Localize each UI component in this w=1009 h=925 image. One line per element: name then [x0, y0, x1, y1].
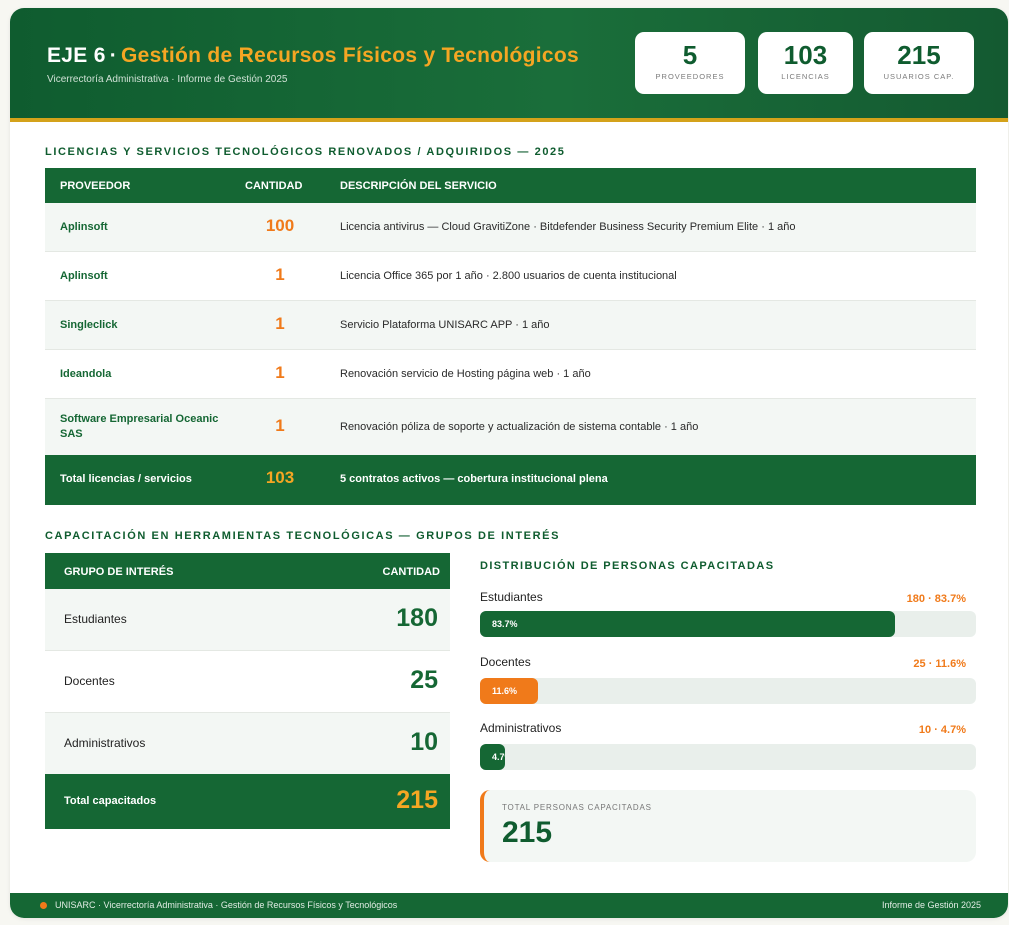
col-proveedor: PROVEEDOR — [60, 180, 131, 192]
service-desc: Renovación póliza de soporte y actualiza… — [340, 421, 699, 433]
table-row: Estudiantes 180 — [45, 589, 450, 651]
bar-track-administrativos: 4.7% — [480, 744, 976, 770]
license-qty: 1 — [275, 363, 285, 382]
eje-label: EJE 6 — [47, 44, 106, 67]
col-descripcion: DESCRIPCIÓN DEL SERVICIO — [340, 180, 497, 192]
total-qty: 103 — [265, 468, 295, 487]
licenses-section-title: LICENCIAS Y SERVICIOS TECNOLÓGICOS RENOV… — [45, 146, 566, 158]
col-cantidad: CANTIDAD — [382, 566, 440, 578]
bar-value: 10 · 4.7% — [918, 724, 966, 736]
footer-right-text: Informe de Gestión 2025 — [881, 900, 981, 910]
group-qty: 10 — [410, 728, 438, 756]
license-qty: 100 — [265, 216, 295, 235]
license-qty: 1 — [275, 314, 285, 333]
bar-label: Administrativos — [480, 721, 562, 735]
provider-name: Aplinsoft — [60, 221, 108, 233]
group-name: Administrativos — [64, 736, 146, 750]
license-qty: 1 — [275, 265, 285, 284]
distribution-title: DISTRIBUCIÓN DE PERSONAS CAPACITADAS — [480, 560, 775, 572]
provider-name: Ideandola — [60, 368, 112, 380]
kpi-value: 103 — [783, 40, 828, 70]
kpi-label: USUARIOS CAP. — [883, 72, 955, 81]
group-qty: 180 — [396, 604, 438, 632]
table-row: Administrativos 10 — [45, 713, 450, 775]
kpi-card-usuarios: 215 USUARIOS CAP. — [864, 32, 974, 94]
licenses-total-row: Total licencias / servicios 103 5 contra… — [45, 455, 976, 505]
col-cantidad: CANTIDAD — [245, 180, 303, 192]
bar-track-docentes: 11.6% — [480, 678, 976, 704]
kpi-label: LICENCIAS — [781, 72, 830, 81]
service-desc: Licencia Office 365 por 1 año · 2.800 us… — [340, 270, 677, 282]
table-row: Aplinsoft 1 Licencia Office 365 por 1 añ… — [45, 252, 976, 301]
service-desc: Servicio Plataforma UNISARC APP · 1 año — [340, 319, 550, 331]
training-section-title: CAPACITACIÓN EN HERRAMIENTAS TECNOLÓGICA… — [45, 530, 561, 542]
group-name: Estudiantes — [64, 612, 127, 626]
eje-name: Gestión de Recursos Físicos y Tecnológic… — [121, 44, 580, 67]
bar-track-estudiantes: 83.7% — [480, 611, 976, 637]
page-title: EJE 6 · Gestión de Recursos Físicos y Tecn… — [47, 44, 579, 68]
table-row: Aplinsoft 100 Licencia antivirus — Cloud… — [45, 203, 976, 252]
bar-fill: 11.6% — [480, 678, 538, 704]
bar-label: Docentes — [480, 655, 531, 669]
page-subtitle: Vicerrectoría Administrativa · Informe d… — [47, 74, 288, 85]
table-row: Software Empresarial Oceanic SAS 1 Renov… — [45, 399, 976, 456]
footer-left-text: UNISARC · Vicerrectoría Administrativa ·… — [55, 900, 398, 910]
service-desc: Licencia antivirus — Cloud GravitiZone ·… — [340, 221, 796, 233]
bar-fill: 83.7% — [480, 611, 896, 637]
report-page: EJE 6 · Gestión de Recursos Físicos y Tecn… — [10, 8, 1008, 918]
bar-value: 180 · 83.7% — [906, 593, 966, 605]
bar-label: Estudiantes — [480, 590, 543, 604]
provider-name: Software Empresarial Oceanic SAS — [60, 413, 219, 440]
kpi-card-licencias: 103 LICENCIAS — [758, 32, 853, 94]
kpi-card-proveedores: 5 PROVEEDORES — [635, 32, 745, 94]
training-total-row: Total capacitados 215 — [45, 774, 450, 829]
total-card-value: 215 — [502, 816, 553, 849]
total-label: Total capacitados — [64, 795, 157, 807]
service-desc: Renovación servicio de Hosting página we… — [340, 368, 591, 380]
header-banner: EJE 6 · Gestión de Recursos Físicos y Tecn… — [10, 8, 1008, 122]
provider-name: Singleclick — [60, 319, 118, 331]
total-capacitadas-card: TOTAL PERSONAS CAPACITADAS 215 — [480, 790, 976, 862]
footer-dot-icon — [40, 902, 47, 909]
table-row: Singleclick 1 Servicio Plataforma UNISAR… — [45, 301, 976, 350]
footer: UNISARC · Vicerrectoría Administrativa ·… — [10, 893, 1008, 918]
training-table-header: GRUPO DE INTERÉS CANTIDAD — [45, 553, 450, 589]
kpi-value: 215 — [897, 40, 941, 70]
table-row: Docentes 25 — [45, 651, 450, 713]
table-row: Ideandola 1 Renovación servicio de Hosti… — [45, 350, 976, 399]
kpi-value: 5 — [682, 40, 698, 70]
bar-fill: 4.7% — [480, 744, 505, 770]
bar-value: 25 · 11.6% — [913, 658, 966, 670]
licenses-table-header: PROVEEDOR CANTIDAD DESCRIPCIÓN DEL SERVI… — [45, 168, 976, 203]
license-qty: 1 — [275, 416, 285, 435]
title-separator: · — [109, 44, 118, 67]
kpi-label: PROVEEDORES — [655, 72, 725, 81]
group-name: Docentes — [64, 674, 115, 688]
group-qty: 25 — [410, 666, 438, 694]
total-desc: 5 contratos activos — cobertura instituc… — [340, 473, 608, 485]
col-grupo: GRUPO DE INTERÉS — [64, 566, 174, 578]
provider-name: Aplinsoft — [60, 270, 108, 282]
total-qty: 215 — [396, 786, 438, 814]
total-label: Total licencias / servicios — [60, 473, 192, 485]
total-card-label: TOTAL PERSONAS CAPACITADAS — [502, 803, 652, 812]
